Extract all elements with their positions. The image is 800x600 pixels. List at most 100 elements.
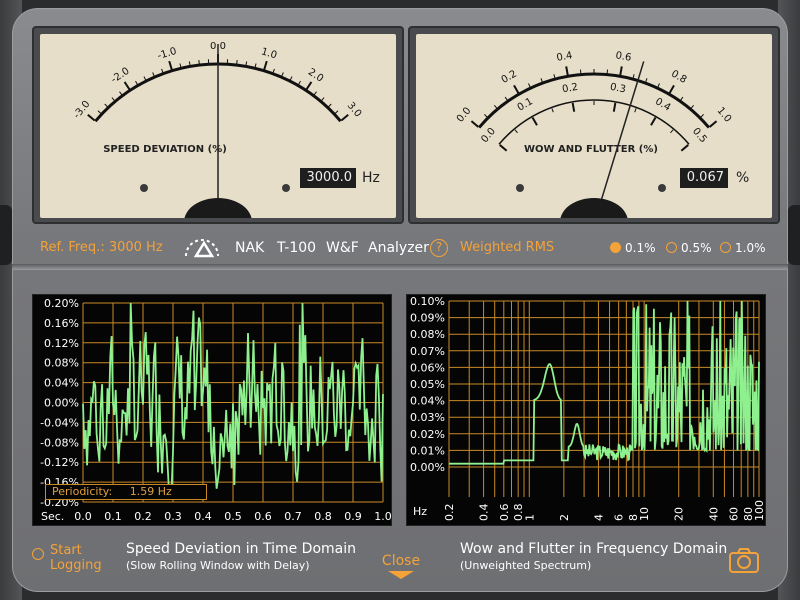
start-logging-line2: Logging xyxy=(50,558,102,573)
x-tick-label: 40 xyxy=(707,507,720,521)
x-tick-label: 20 xyxy=(673,507,686,521)
meter-tick xyxy=(668,84,675,94)
meter-tick xyxy=(484,114,488,118)
meter-scale-label: -1.0 xyxy=(156,46,178,62)
x-tick-label: 0.4 xyxy=(194,510,212,523)
meter-tick xyxy=(188,61,191,66)
wf-label: W&F xyxy=(326,240,359,256)
radio-icon xyxy=(720,242,731,253)
range-option-1[interactable]: 0.5% xyxy=(666,236,712,260)
y-tick-label: 0.00% xyxy=(410,461,445,474)
x-tick-label: 0.6 xyxy=(254,510,272,523)
meter-tick xyxy=(680,96,684,101)
meter-tick xyxy=(135,80,138,85)
meter-tick xyxy=(553,74,556,79)
x-tick-label: 0.2 xyxy=(134,510,152,523)
meter-tick xyxy=(634,108,637,113)
x-tick-label: 0.7 xyxy=(284,510,302,523)
meter-tick xyxy=(571,102,576,112)
meter-tick xyxy=(298,80,301,85)
speed-meter-pivot xyxy=(184,198,252,218)
meter-tick xyxy=(700,114,704,118)
meter-scale-label: 0.3 xyxy=(609,82,627,96)
x-tick-label: 6 xyxy=(613,514,626,521)
x-tick-label: 100 xyxy=(753,500,766,521)
meter-scale-label: -2.0 xyxy=(109,66,131,86)
ref-freq-label: Ref. Freq.: 3000 Hz xyxy=(40,240,163,255)
meter-scale-label: 0.1 xyxy=(516,96,535,113)
flutter-readout: 0.067 xyxy=(680,168,728,188)
analyzer-label: Analyzer xyxy=(368,240,429,256)
y-tick-label: -0.12% xyxy=(40,456,79,469)
meter-tick xyxy=(528,83,531,88)
meter-tick xyxy=(612,102,617,112)
meter-tick xyxy=(313,91,317,96)
y-tick-label: 0.03% xyxy=(410,411,445,424)
y-tick-label: 0.16% xyxy=(44,317,79,330)
y-tick-label: 0.00% xyxy=(44,397,79,410)
meter-scale-label: 0.0 xyxy=(455,105,474,124)
meter-tick xyxy=(690,104,695,109)
close-button[interactable]: Close xyxy=(380,553,422,580)
meter-tick xyxy=(470,120,479,128)
speed-meter-title: SPEED DEVIATION (%) xyxy=(103,144,227,155)
meter-scale-label: -3.0 xyxy=(72,99,93,121)
y-tick-label: 0.20% xyxy=(44,297,79,310)
camera-button[interactable] xyxy=(728,546,760,578)
range-option-2[interactable]: 1.0% xyxy=(720,236,766,260)
meter-tick xyxy=(111,97,115,101)
flutter-meter: 0.0 0.2 0.4 0.6 0.8 1.0 0.0 0.1 0.2 0.3 0.4 0.5 WOW… xyxy=(408,26,780,224)
meter-tick xyxy=(650,116,657,126)
meter-tick xyxy=(670,129,674,134)
weighting-label: Weighted RMS xyxy=(460,240,555,255)
y-tick-label: 0.02% xyxy=(410,428,445,441)
meter-scale-label: 0.5 xyxy=(690,126,709,145)
x-tick-label: 0.3 xyxy=(164,510,182,523)
speed-unit: Hz xyxy=(362,170,380,186)
meter-scale-label: 0.4 xyxy=(556,50,574,64)
x-tick-label: 2 xyxy=(558,514,571,521)
close-label: Close xyxy=(381,553,421,569)
record-icon xyxy=(32,548,44,560)
y-tick-label: 0.01% xyxy=(410,444,445,457)
flutter-meter-face: 0.0 0.2 0.4 0.6 0.8 1.0 0.0 0.1 0.2 0.3 0.4 0.5 WOW… xyxy=(416,34,772,218)
x-tick-label: 4 xyxy=(592,514,605,521)
meter-scale-label: 0.6 xyxy=(615,50,633,64)
y-tick-label: 0.08% xyxy=(410,328,445,341)
meter-tick xyxy=(263,60,268,71)
x-tick-label: 0.8 xyxy=(314,510,332,523)
periodicity-box: Periodicity: 1.59 Hz xyxy=(45,484,207,500)
flutter-meter-title: WOW AND FLUTTER (%) xyxy=(524,144,658,155)
meter-scale-label: 0.2 xyxy=(561,82,579,96)
meter-tick xyxy=(87,113,96,122)
meter-screw-icon xyxy=(140,184,148,192)
meter-scale-label: 2.0 xyxy=(306,67,325,85)
speed-meter-scale: -3.0-2.0-1.00.01.02.03.0 xyxy=(72,41,363,218)
help-icon[interactable]: ? xyxy=(430,239,448,257)
y-tick-label: 0.04% xyxy=(410,395,445,408)
x-tick-label: 1.0 xyxy=(374,510,392,523)
x-tick-label: 0.2 xyxy=(443,504,456,522)
flutter-unit: % xyxy=(736,170,750,186)
meter-tick xyxy=(97,110,102,114)
periodicity-value: 1.59 Hz xyxy=(129,485,172,498)
y-tick-label: -0.04% xyxy=(40,416,79,429)
range-option-0[interactable]: 0.1% xyxy=(610,236,656,260)
y-tick-label: 0.05% xyxy=(410,378,445,391)
meter-tick xyxy=(645,78,648,83)
radio-selected-icon xyxy=(610,242,621,253)
info-bar: Ref. Freq.: 3000 Hz NAK T-100 W&F Analyz… xyxy=(40,236,770,260)
x-tick-label: 1 xyxy=(523,514,536,521)
meter-tick xyxy=(104,103,108,108)
speed-meter: -3.0-2.0-1.00.01.02.03.0 SPEED DEVIATION… xyxy=(32,26,404,224)
meter-screw-icon xyxy=(516,184,524,192)
meter-tick xyxy=(179,63,182,68)
meter-tick xyxy=(328,103,332,108)
speed-readout: 3000.0 xyxy=(300,168,356,188)
meter-tick xyxy=(272,68,275,73)
panel-divider xyxy=(12,264,788,270)
meter-tick xyxy=(540,78,543,83)
meter-tick xyxy=(143,76,147,81)
meter-tick xyxy=(565,66,569,76)
meter-screw-icon xyxy=(282,184,290,192)
